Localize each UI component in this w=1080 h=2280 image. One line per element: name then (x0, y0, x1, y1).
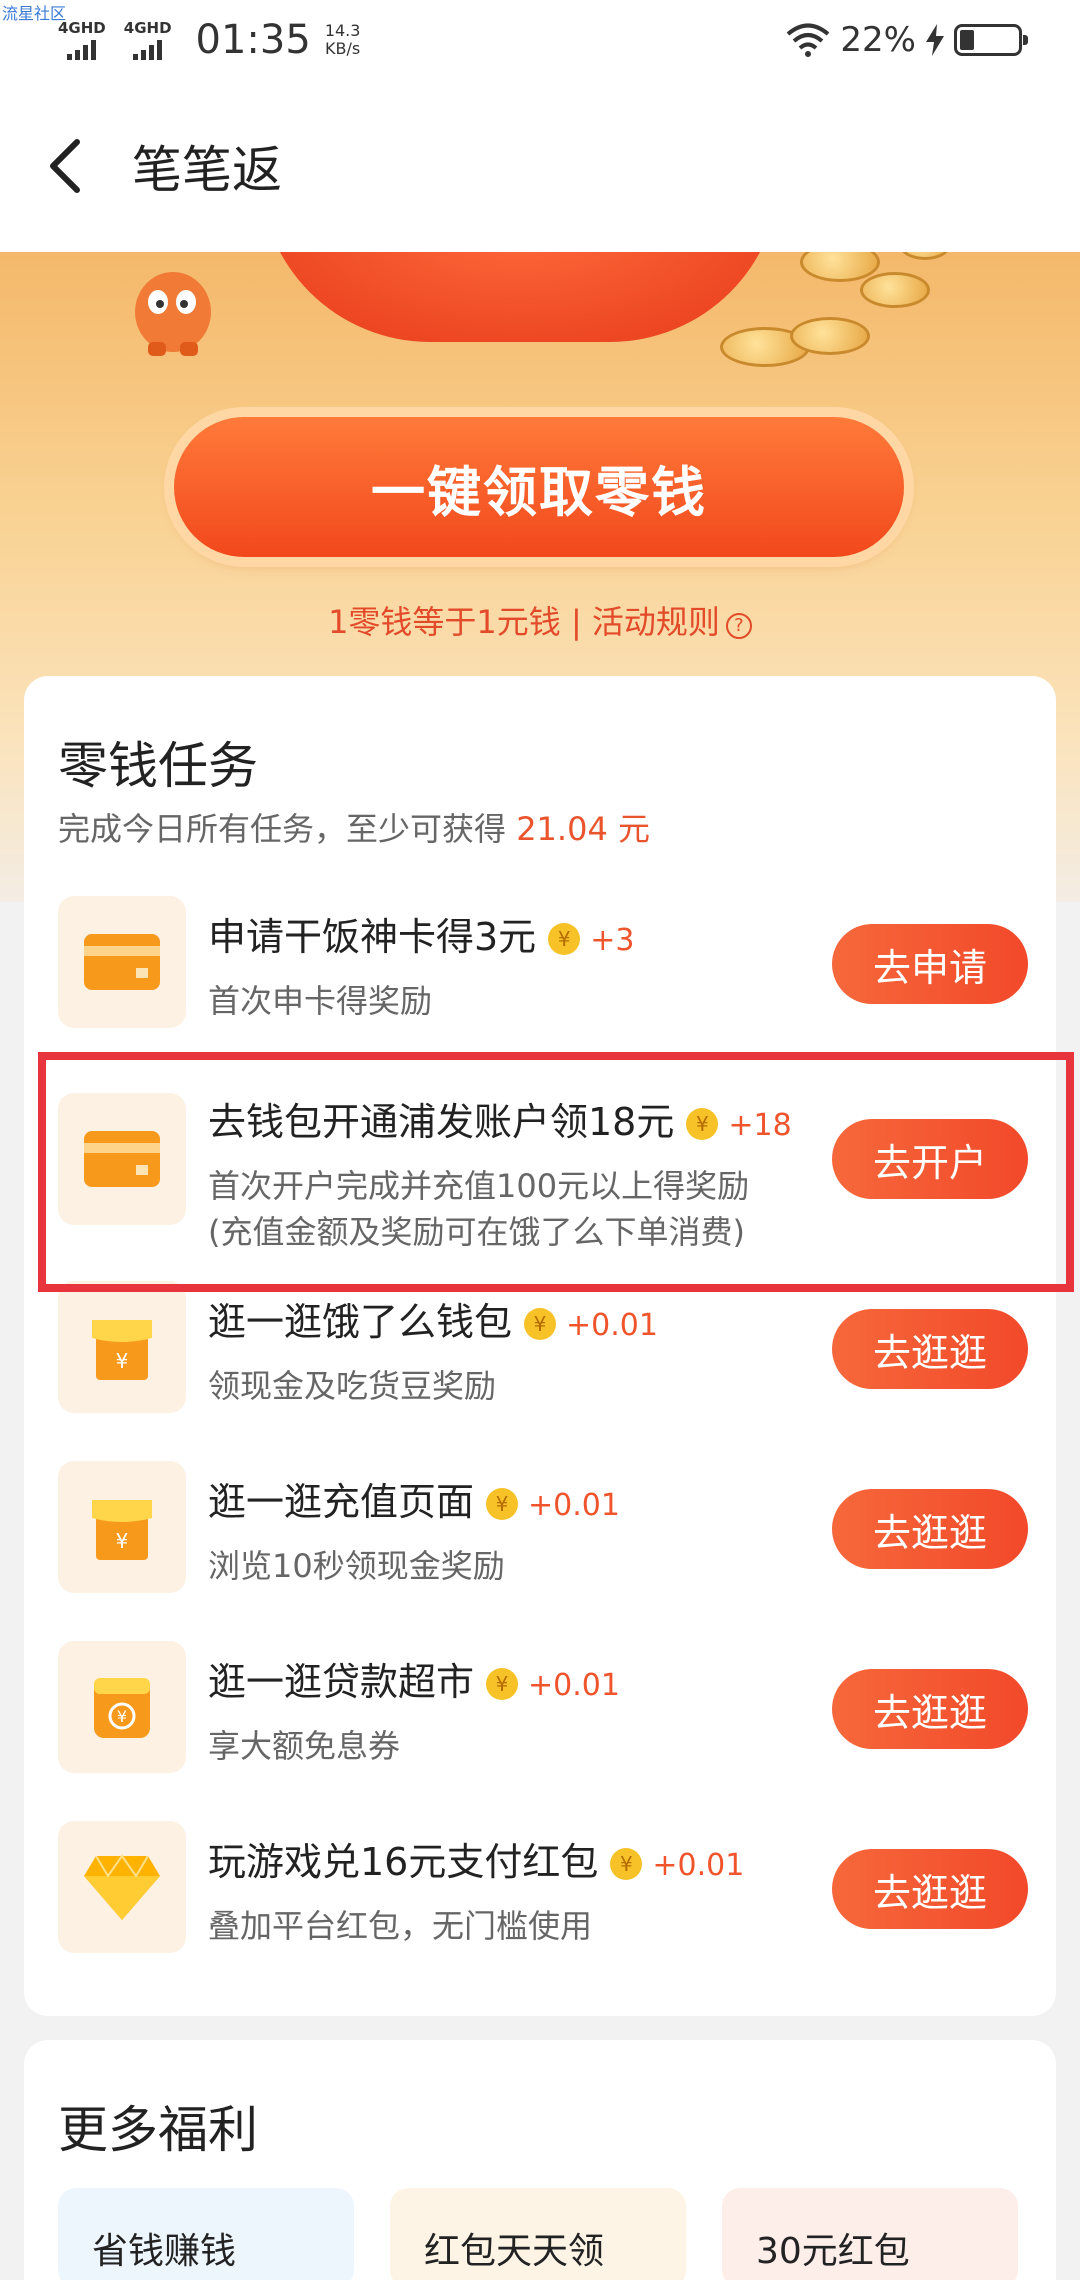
task-name: 申请干饭神卡得3元 ¥ +3 (208, 906, 634, 961)
speed-unit: KB/s (325, 39, 361, 58)
network-label: 4GHD (123, 19, 172, 37)
task-name: 逛一逛饿了么钱包 ¥ +0.01 (208, 1291, 658, 1346)
task-go-button[interactable]: 去逛逛 (832, 1489, 1028, 1569)
watermark: 流星社区 (2, 4, 67, 23)
network-speed: 14.3 KB/s (325, 22, 361, 58)
task-desc-line: 首次开户完成并充值100元以上得奖励 (208, 1167, 750, 1205)
task-go-button[interactable]: 去逛逛 (832, 1669, 1028, 1749)
more-title: 更多福利 (58, 2101, 258, 2159)
coin-decoration (790, 317, 870, 355)
rules-line[interactable]: 1零钱等于1元钱 | 活动规则? (0, 597, 1080, 643)
signal-bars-icon (67, 40, 97, 60)
tasks-subtitle: 完成今日所有任务，至少可获得 21.04 元 (58, 804, 650, 850)
speed-value: 14.3 (324, 21, 361, 40)
task-desc: 叠加平台红包，无门槛使用 (208, 1907, 593, 1945)
task-title: 逛一逛饿了么钱包 (208, 1300, 513, 1344)
card-icon (58, 896, 186, 1028)
task-item: ¥ 逛一逛贷款超市 ¥ +0.01 享大额免息券 去逛逛 (58, 1641, 1028, 1781)
task-name: 逛一逛充值页面 ¥ +0.01 (208, 1471, 620, 1526)
task-title: 玩游戏兑16元支付红包 (208, 1840, 599, 1884)
coin-icon: ¥ (486, 1488, 519, 1520)
task-item: 玩游戏兑16元支付红包 ¥ +0.01 叠加平台红包，无门槛使用 去逛逛 (58, 1821, 1028, 1961)
task-go-button[interactable]: 去开户 (832, 1119, 1028, 1199)
question-icon[interactable]: ? (725, 613, 752, 639)
wallet-icon: ¥ (58, 1641, 186, 1773)
wifi-icon (787, 23, 830, 57)
battery-percent: 22% (840, 20, 916, 60)
task-go-button[interactable]: 去申请 (832, 924, 1028, 1004)
charging-icon (926, 24, 944, 56)
task-item: ¥ 逛一逛充值页面 ¥ +0.01 浏览10秒领现金奖励 去逛逛 (58, 1461, 1028, 1601)
benefit-item[interactable]: 30元红包 (722, 2188, 1018, 2280)
svg-text:¥: ¥ (117, 1707, 127, 1726)
task-reward: +0.01 (528, 1668, 620, 1703)
task-desc: 首次开户完成并充值100元以上得奖励 (充值金额及奖励可在饿了么下单消费) (208, 1163, 749, 1255)
task-name: 玩游戏兑16元支付红包 ¥ +0.01 (208, 1831, 744, 1886)
card-icon (58, 1093, 186, 1225)
signal-bars-icon (133, 40, 163, 60)
task-reward: +18 (728, 1108, 792, 1143)
task-item: 申请干饭神卡得3元 ¥ +3 首次申卡得奖励 去申请 (58, 896, 1028, 1036)
task-go-button[interactable]: 去逛逛 (832, 1849, 1028, 1929)
task-reward: +0.01 (566, 1308, 658, 1343)
benefit-item[interactable]: 省钱赚钱 (58, 2188, 354, 2280)
coin-decoration (900, 252, 950, 260)
task-reward: +0.01 (652, 1848, 745, 1883)
clock: 01:35 (195, 17, 311, 63)
subtitle-amount: 21.04 元 (516, 810, 650, 848)
task-title: 逛一逛充值页面 (208, 1480, 475, 1524)
claim-change-button[interactable]: 一键领取零钱 (174, 417, 904, 557)
coin-icon: ¥ (548, 923, 581, 955)
coin-icon: ¥ (486, 1668, 519, 1700)
coin-icon: ¥ (524, 1308, 557, 1340)
task-title: 申请干饭神卡得3元 (208, 915, 537, 959)
app-header: 笔笔返 (0, 80, 1080, 252)
coin-icon: ¥ (686, 1108, 719, 1140)
red-bowl-illustration (260, 252, 780, 342)
task-reward: +0.01 (528, 1488, 620, 1523)
tasks-card: 零钱任务 完成今日所有任务，至少可获得 21.04 元 申请干饭神卡得3元 ¥ +3… (24, 676, 1056, 2016)
task-go-button[interactable]: 去逛逛 (832, 1309, 1028, 1389)
svg-text:¥: ¥ (116, 1349, 129, 1373)
task-title: 去钱包开通浦发账户领18元 (208, 1100, 675, 1144)
chevron-left-icon (50, 139, 80, 193)
svg-text:¥: ¥ (116, 1529, 129, 1553)
status-right: 22% (786, 20, 1028, 60)
coin-decoration (860, 272, 930, 308)
shop-icon: ¥ (58, 1281, 186, 1413)
signal-1: 4GHD (58, 20, 106, 60)
task-name: 逛一逛贷款超市 ¥ +0.01 (208, 1651, 620, 1706)
tasks-title: 零钱任务 (58, 737, 258, 795)
signal-2: 4GHD (124, 20, 172, 60)
diamond-icon (58, 1821, 186, 1953)
battery-icon (954, 24, 1028, 56)
rules-text[interactable]: 1零钱等于1元钱 | 活动规则 (328, 603, 720, 641)
status-bar: 4GHD 4GHD 01:35 14.3 KB/s 22% (0, 0, 1080, 80)
shop-icon: ¥ (58, 1461, 186, 1593)
task-desc: 领现金及吃货豆奖励 (208, 1367, 497, 1405)
benefit-item[interactable]: 红包天天领 (390, 2188, 686, 2280)
more-benefits-card: 更多福利 省钱赚钱 红包天天领 30元红包 (24, 2040, 1056, 2280)
coin-icon: ¥ (610, 1848, 643, 1880)
task-desc: 首次申卡得奖励 (208, 982, 433, 1020)
task-item: 去钱包开通浦发账户领18元 ¥ +18 首次开户完成并充值100元以上得奖励 (充值金… (58, 1081, 1028, 1271)
page-title: 笔笔返 (132, 141, 282, 199)
task-item: ¥ 逛一逛饿了么钱包 ¥ +0.01 领现金及吃货豆奖励 去逛逛 (58, 1281, 1028, 1421)
task-desc: 享大额免息券 (208, 1727, 401, 1765)
mascot-illustration (135, 272, 211, 356)
back-button[interactable] (0, 116, 130, 216)
task-desc-line: (充值金额及奖励可在饿了么下单消费) (208, 1213, 745, 1251)
task-title: 逛一逛贷款超市 (208, 1660, 475, 1704)
task-name: 去钱包开通浦发账户领18元 ¥ +18 (208, 1091, 792, 1146)
subtitle-text: 完成今日所有任务，至少可获得 (58, 810, 517, 848)
task-desc: 浏览10秒领现金奖励 (208, 1547, 505, 1585)
task-reward: +3 (590, 923, 635, 958)
